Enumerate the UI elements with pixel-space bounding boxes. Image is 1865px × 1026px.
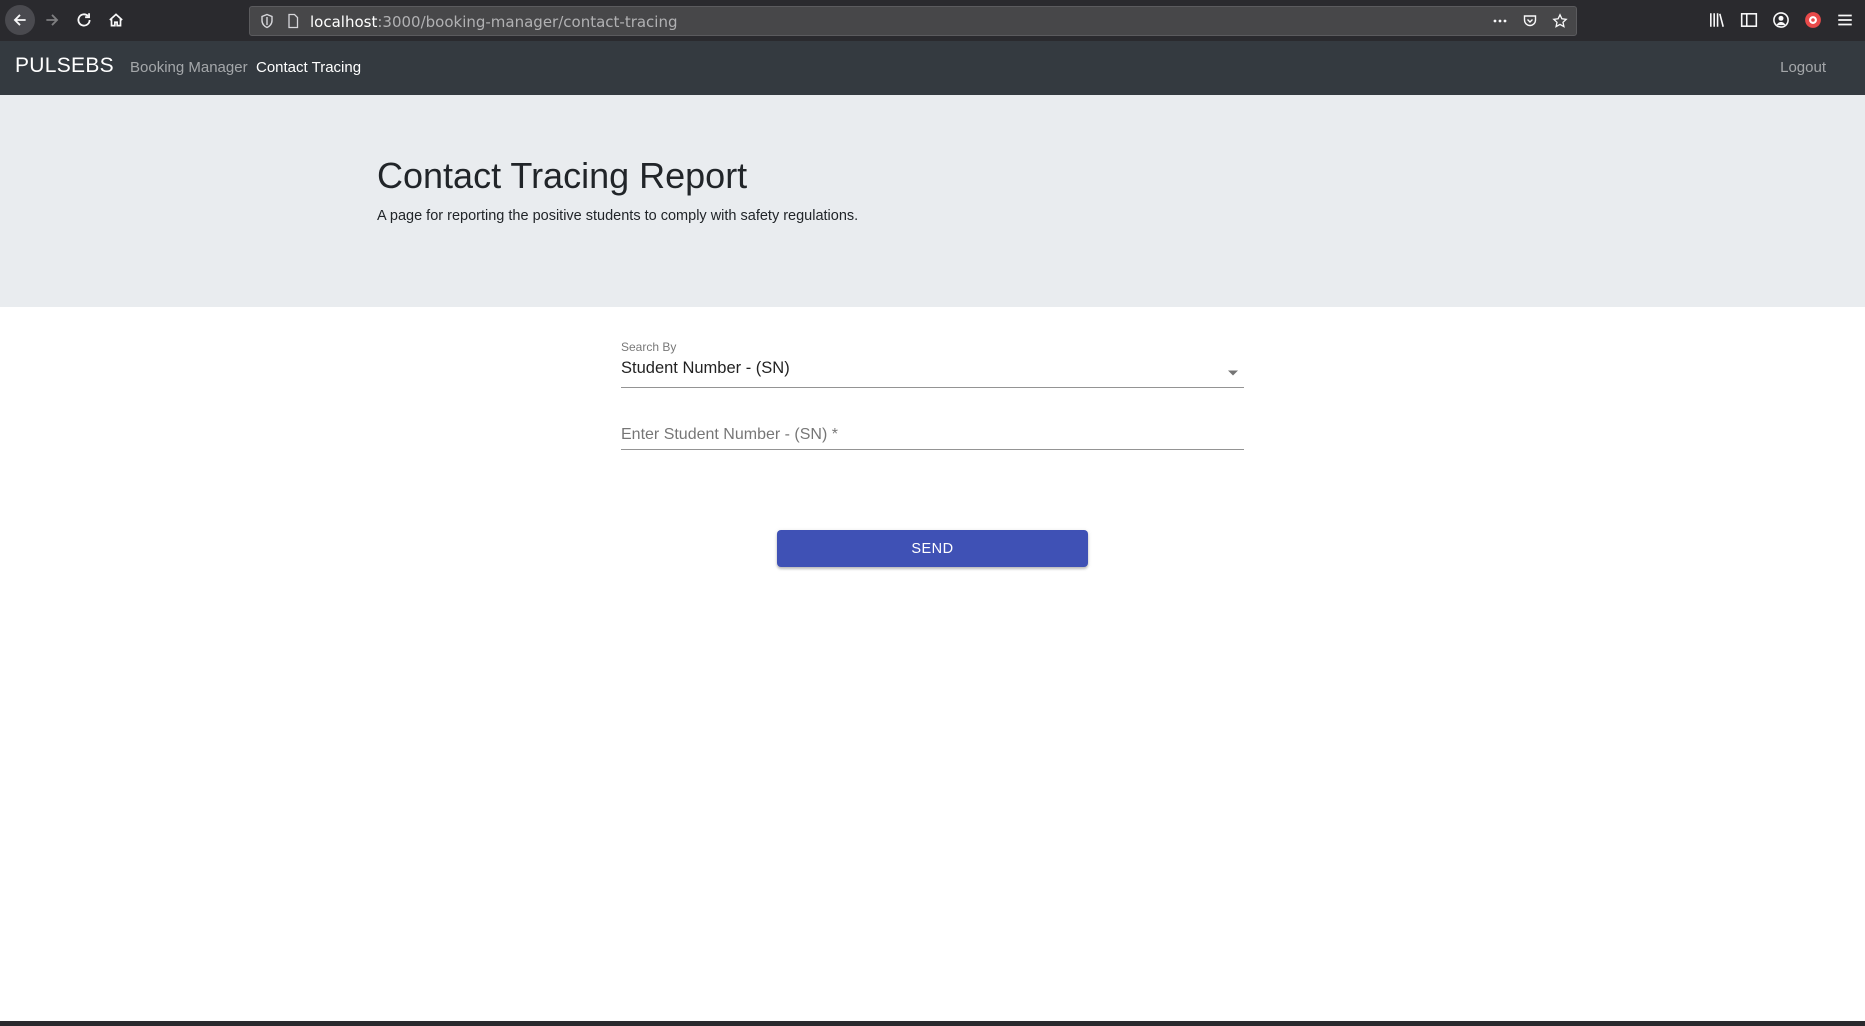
menu-hamburger-icon[interactable] [1835, 9, 1855, 31]
search-by-label: Search By [621, 340, 677, 354]
page-icon [285, 13, 301, 29]
reload-icon[interactable] [69, 5, 99, 35]
bookmark-star-icon[interactable] [1550, 11, 1570, 31]
search-by-value: Student Number - (SN) [621, 359, 790, 377]
library-icon[interactable] [1707, 9, 1727, 31]
nav-link-contact-tracing[interactable]: Contact Tracing [256, 59, 361, 76]
pocket-icon[interactable] [1520, 11, 1540, 31]
student-number-input[interactable] [621, 422, 1244, 448]
home-icon[interactable] [101, 5, 131, 35]
send-button[interactable]: SEND [777, 530, 1088, 567]
search-by-select[interactable]: Student Number - (SN) [621, 358, 1244, 388]
shield-icon[interactable] [259, 13, 275, 29]
nav-link-booking-manager[interactable]: Booking Manager [130, 59, 248, 76]
url-path: :3000/booking-manager/contact-tracing [377, 13, 678, 31]
url-host: localhost [310, 13, 378, 31]
dropdown-arrow-icon[interactable] [1226, 366, 1240, 380]
page-title: Contact Tracing Report [377, 155, 748, 196]
brand-logo-link[interactable]: PULSEBS [15, 54, 114, 78]
back-icon[interactable] [5, 5, 35, 35]
page-subtitle: A page for reporting the positive studen… [377, 208, 859, 224]
window-bottom-edge [0, 1021, 1865, 1026]
more-actions-icon[interactable] [1490, 11, 1510, 31]
account-icon[interactable] [1771, 9, 1791, 31]
page-header: Contact Tracing Report A page for report… [0, 95, 1865, 307]
logout-link[interactable]: Logout [1780, 59, 1826, 76]
extension-icon[interactable] [1803, 9, 1823, 31]
student-number-field [621, 422, 1244, 450]
app-navbar: PULSEBS Booking Manager Contact Tracing … [0, 41, 1865, 95]
url-bar[interactable]: localhost:3000/booking-manager/contact-t… [249, 6, 1577, 36]
forward-icon[interactable] [37, 5, 67, 35]
sidebar-icon[interactable] [1739, 9, 1759, 31]
url-text[interactable]: localhost:3000/booking-manager/contact-t… [310, 13, 678, 31]
browser-toolbar: localhost:3000/booking-manager/contact-t… [0, 0, 1865, 41]
